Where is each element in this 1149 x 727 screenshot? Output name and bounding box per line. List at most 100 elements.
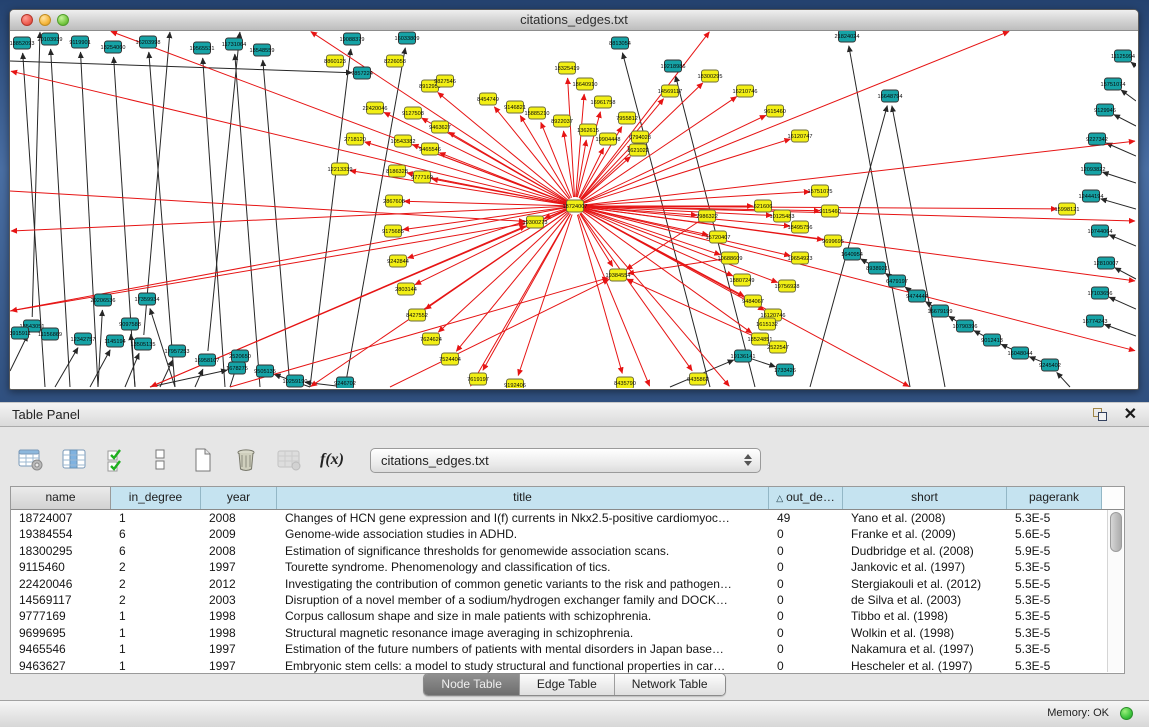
graph-node-label: 1145194	[104, 339, 125, 345]
row-selection-icon[interactable]	[102, 444, 132, 476]
graph-node-label: 19136141	[731, 354, 756, 360]
graph-node-label: 18495756	[788, 225, 813, 231]
graph-edge	[584, 208, 1135, 350]
table-cell: Estimation of significance thresholds fo…	[277, 543, 769, 559]
table-row[interactable]: 1938455462009Genome-wide association stu…	[11, 526, 1124, 542]
table-cell: 0	[769, 625, 843, 641]
graph-edge	[564, 131, 574, 197]
graph-edge	[149, 52, 175, 387]
tab-node-table[interactable]: Node Table	[424, 674, 520, 695]
graph-node-label: 16048044	[1008, 351, 1033, 357]
column-header-name[interactable]: name	[11, 487, 111, 509]
table-row[interactable]: 946554611997Estimation of the future num…	[11, 641, 1124, 657]
graph-edge	[1104, 324, 1136, 336]
table-row[interactable]: 1456911722003Disruption of a novel membe…	[11, 592, 1124, 608]
graph-node-label: 2522547	[767, 345, 789, 351]
create-column-icon[interactable]	[188, 444, 218, 476]
table-cell: 0	[769, 641, 843, 657]
graph-node-label: 19654923	[788, 256, 813, 262]
network-canvas[interactable]: 1872400719300273193845548912955912750810…	[10, 31, 1136, 388]
graph-node-label: 14569117	[658, 89, 682, 95]
table-cell: 1997	[201, 559, 277, 575]
graph-edge	[438, 212, 568, 332]
rows-icon[interactable]	[145, 444, 175, 476]
graph-edge	[32, 32, 40, 317]
function-builder-icon[interactable]: f(x)	[317, 444, 347, 476]
column-header-pagerank[interactable]: pagerank	[1007, 487, 1102, 509]
table-cell: 1	[111, 510, 201, 526]
graph-node-label: 9012413	[981, 338, 1003, 344]
graph-node-label: 1678275	[226, 366, 248, 372]
table-cell: 5.3E-5	[1007, 592, 1102, 608]
network-window-titlebar[interactable]: citations_edges.txt	[10, 10, 1138, 31]
graph-edge	[384, 112, 567, 202]
graph-node-label: 1621022	[627, 148, 649, 154]
table-cell: 9777169	[11, 608, 111, 624]
graph-edge	[1057, 372, 1070, 387]
tab-network-table[interactable]: Network Table	[615, 674, 725, 695]
graph-node-label: 12444194	[1079, 194, 1104, 200]
close-panel-icon[interactable]: ✕	[1124, 404, 1137, 426]
table-cell: Investigating the contribution of common…	[277, 576, 769, 592]
table-scrollbar[interactable]	[1107, 510, 1123, 672]
graph-edge	[55, 348, 78, 387]
table-row[interactable]: 1872400712008Changes of HCN gene express…	[11, 510, 1124, 526]
citation-network-graph[interactable]: 1872400719300273193845548912955912750810…	[10, 31, 1136, 388]
table-cell: 6	[111, 543, 201, 559]
graph-node-label: 9146821	[504, 105, 526, 111]
table-row[interactable]: 1830029562008Estimation of significance …	[11, 543, 1124, 559]
table-row[interactable]: 977716911998Corpus callosum shape and si…	[11, 608, 1124, 624]
table-cell: 1	[111, 608, 201, 624]
graph-edge	[1001, 344, 1012, 349]
graph-node-label: 16120747	[788, 134, 813, 140]
graph-edge	[1101, 199, 1136, 209]
graph-node-label: 9227342	[1086, 137, 1108, 143]
column-header-out_de[interactable]: △out_de…	[769, 487, 843, 509]
column-header-year[interactable]: year	[201, 487, 277, 509]
column-header-short[interactable]: short	[843, 487, 1007, 509]
column-header-in_degree[interactable]: in_degree	[111, 487, 201, 509]
graph-node-label: 10744064	[1088, 229, 1113, 235]
table-row[interactable]: 969969511998Structural magnetic resonanc…	[11, 625, 1124, 641]
table-row[interactable]: 2242004622012Investigating the contribut…	[11, 576, 1124, 592]
table-cell: 0	[769, 658, 843, 674]
table-cell: 2008	[201, 543, 277, 559]
graph-node-label: 8938921	[866, 266, 888, 272]
table-cell: 5.9E-5	[1007, 543, 1102, 559]
table-tabs: Node Table Edge Table Network Table	[0, 673, 1149, 696]
table-mode-icon[interactable]	[16, 444, 46, 476]
graph-node-label: 8226058	[384, 59, 406, 65]
graph-node-label: 10259190	[283, 379, 308, 385]
graph-node-label: 15720407	[706, 235, 731, 241]
table-cell: 14569117	[11, 592, 111, 608]
graph-edge	[230, 278, 608, 387]
graph-edge	[1109, 297, 1136, 309]
table-cell: 2	[111, 559, 201, 575]
table-cell: 18300295	[11, 543, 111, 559]
show-columns-icon[interactable]	[59, 444, 89, 476]
table-scrollbar-thumb[interactable]	[1110, 512, 1122, 552]
table-selector-dropdown[interactable]: citations_edges.txt	[370, 448, 761, 473]
graph-edge	[208, 32, 240, 351]
graph-edge	[892, 106, 945, 387]
graph-edge	[584, 141, 1135, 205]
delete-column-icon[interactable]	[231, 444, 261, 476]
import-table-icon[interactable]	[274, 444, 304, 476]
memory-status-label: Memory: OK	[1047, 701, 1109, 726]
table-cell: 9699695	[11, 625, 111, 641]
graph-node-label: 16961758	[591, 100, 616, 106]
table-row[interactable]: 911546021997Tourette syndrome. Phenomeno…	[11, 559, 1124, 575]
graph-node-label: 18325419	[555, 66, 580, 72]
graph-node-label: 8860123	[324, 59, 346, 65]
graph-edge	[583, 31, 1009, 202]
table-cell: 5.3E-5	[1007, 608, 1102, 624]
graph-node-label: 9245402	[1039, 363, 1061, 369]
tab-edge-table[interactable]: Edge Table	[520, 674, 615, 695]
graph-edge	[1106, 143, 1136, 156]
table-cell: Genome-wide association studies in ADHD.	[277, 526, 769, 542]
column-header-title[interactable]: title	[277, 487, 769, 509]
table-cell: Changes of HCN gene expression and I(f) …	[277, 510, 769, 526]
table-toolbar: f(x) citations_edges.txt	[16, 440, 761, 480]
float-panel-icon[interactable]	[1093, 408, 1107, 421]
table-row[interactable]: 946362711997Embryonic stem cells: a mode…	[11, 658, 1124, 674]
